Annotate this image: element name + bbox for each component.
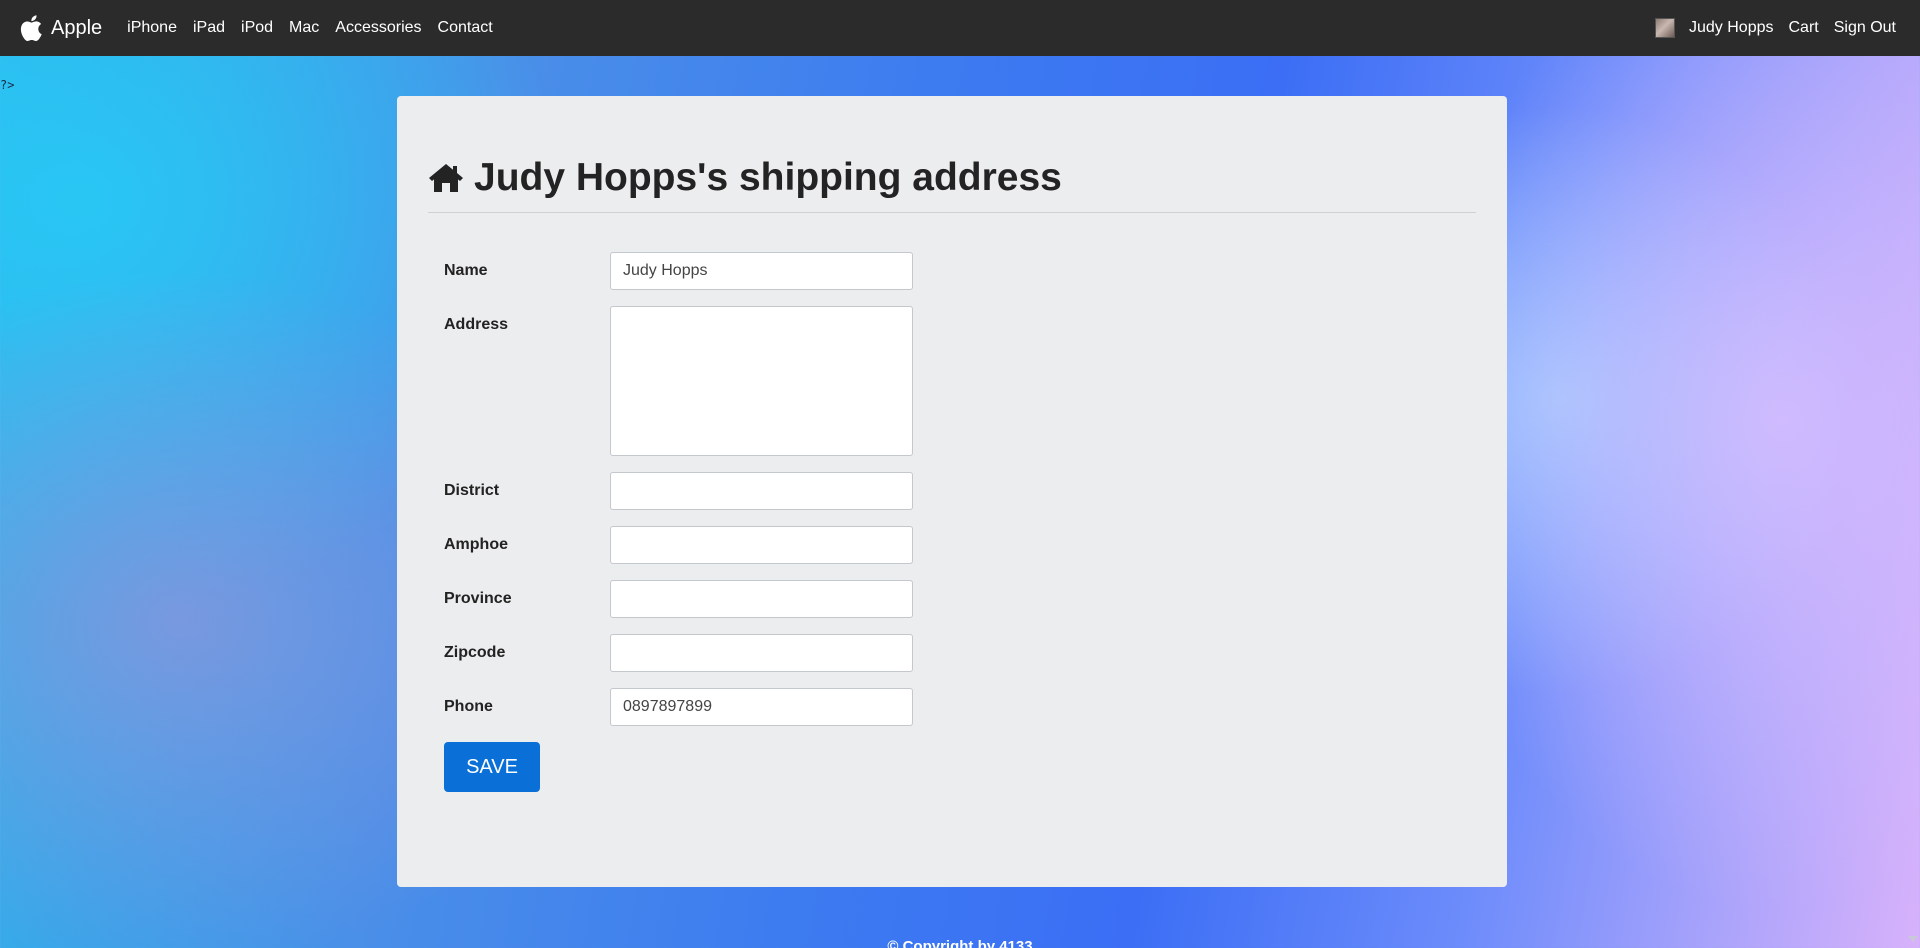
zipcode-input[interactable] bbox=[610, 634, 913, 672]
scroll-down-arrow-icon[interactable] bbox=[1908, 936, 1918, 942]
page-scrollbar[interactable] bbox=[1904, 56, 1920, 948]
nav-link-iphone[interactable]: iPhone bbox=[127, 19, 177, 37]
phone-label: Phone bbox=[444, 698, 493, 715]
user-nav: Judy Hopps Cart Sign Out bbox=[1655, 18, 1896, 38]
address-label: Address bbox=[444, 316, 509, 333]
name-input[interactable] bbox=[610, 252, 913, 290]
footer-copyright: © Copyright by 4133 bbox=[887, 938, 1033, 948]
brand-link[interactable]: Apple bbox=[17, 13, 102, 43]
top-navbar: Apple iPhone iPad iPod Mac Accessories C… bbox=[0, 0, 1920, 56]
province-label: Province bbox=[444, 590, 512, 607]
amphoe-input[interactable] bbox=[610, 526, 913, 564]
nav-link-ipad[interactable]: iPad bbox=[193, 19, 225, 37]
nav-link-ipod[interactable]: iPod bbox=[241, 19, 273, 37]
nav-link-accessories[interactable]: Accessories bbox=[335, 19, 421, 37]
cart-link[interactable]: Cart bbox=[1789, 19, 1819, 37]
save-button[interactable]: SAVE bbox=[444, 742, 540, 792]
phone-input[interactable] bbox=[610, 688, 913, 726]
nav-link-mac[interactable]: Mac bbox=[289, 19, 319, 37]
name-label: Name bbox=[444, 262, 488, 279]
sign-out-link[interactable]: Sign Out bbox=[1834, 19, 1896, 37]
district-label: District bbox=[444, 482, 500, 499]
page-heading: Judy Hopps's shipping address bbox=[428, 156, 1476, 213]
brand-label: Apple bbox=[51, 16, 103, 39]
nav-link-contact[interactable]: Contact bbox=[438, 19, 493, 37]
district-input[interactable] bbox=[610, 472, 913, 510]
stray-php-tag-text: ?> bbox=[0, 78, 15, 92]
avatar[interactable] bbox=[1655, 18, 1675, 38]
amphoe-label: Amphoe bbox=[444, 536, 508, 553]
zipcode-label: Zipcode bbox=[444, 644, 506, 661]
province-input[interactable] bbox=[610, 580, 913, 618]
address-card: Judy Hopps's shipping address Name Addre… bbox=[397, 96, 1507, 887]
user-name-link[interactable]: Judy Hopps bbox=[1689, 19, 1774, 37]
home-icon bbox=[429, 164, 463, 192]
apple-logo-icon bbox=[20, 15, 42, 41]
address-textarea[interactable] bbox=[610, 306, 913, 456]
main-nav: iPhone iPad iPod Mac Accessories Contact bbox=[127, 19, 509, 37]
page-title: Judy Hopps's shipping address bbox=[474, 156, 1062, 199]
